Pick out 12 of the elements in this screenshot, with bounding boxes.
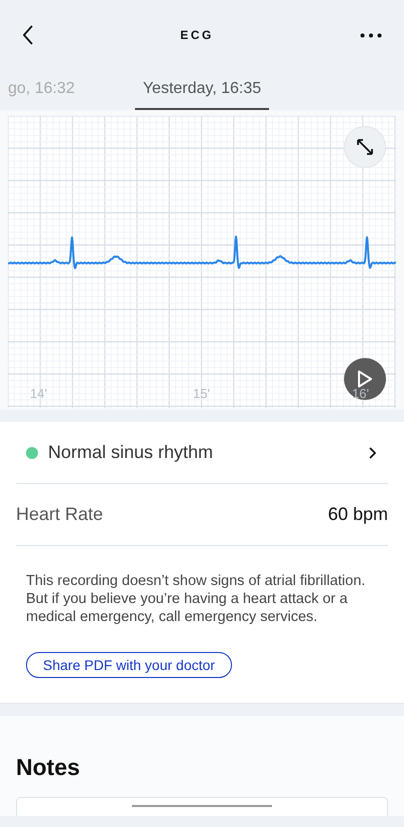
- time-label: 15': [193, 386, 210, 401]
- time-label: 14': [30, 386, 47, 401]
- heart-rate-label: Heart Rate: [16, 504, 104, 525]
- share-pdf-button[interactable]: Share PDF with your doctor: [26, 652, 232, 678]
- screen-title: ECG: [180, 28, 214, 42]
- heart-rate-value: 60 bpm: [328, 504, 388, 525]
- rhythm-label: Normal sinus rhythm: [48, 442, 214, 463]
- notes-heading: Notes: [16, 754, 81, 781]
- info-text: This recording doesn’t show signs of atrial fibrillation.: [26, 572, 366, 590]
- info-text: But if you believe you’re having a heart attack or a medical emergency, call emergency services.: [26, 590, 349, 626]
- rhythm-row[interactable]: Normal sinus rhythm: [16, 422, 388, 484]
- time-label: 16': [352, 386, 369, 401]
